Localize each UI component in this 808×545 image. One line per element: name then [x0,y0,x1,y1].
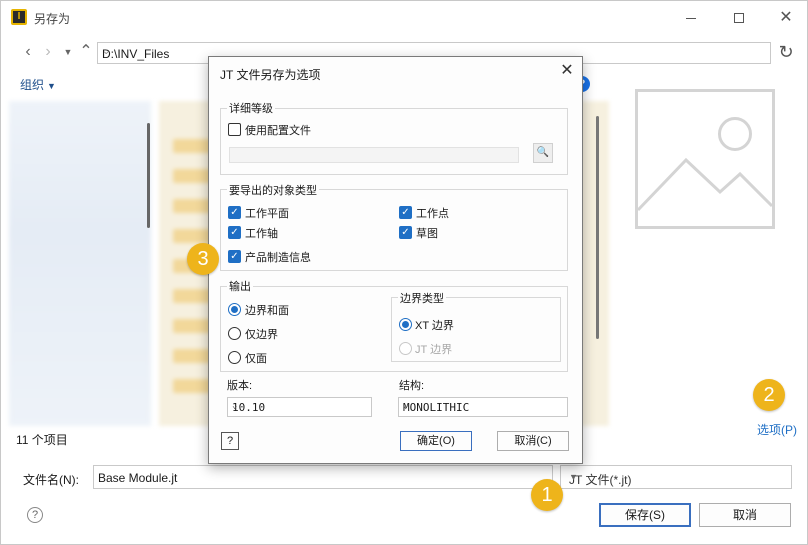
boundary-and-face-radio[interactable] [228,303,241,316]
maximize-icon [734,13,744,23]
maximize-button[interactable] [716,5,762,31]
dialog-close-icon[interactable]: ✕ [557,61,577,81]
up-arrow-icon[interactable]: ⌃ [77,41,95,63]
navigation-pane[interactable] [9,101,151,426]
close-window-button[interactable]: ✕ [763,5,808,31]
inventor-app-icon: I [11,9,27,25]
nav-pane-scrollbar[interactable] [147,123,150,228]
pmi-checkbox[interactable]: ✓ [228,250,241,263]
save-as-window: I 另存为 ✕ ‹ › ▼ ⌃ D:\INV_Files ⌄ ↻ 组织▼ ? 1… [0,0,808,545]
xt-boundary-radio[interactable] [399,318,412,331]
item-count: 11 个项目 [16,433,68,447]
structure-label: 结构: [399,380,425,392]
xt-boundary-label: XT 边界 [415,320,454,332]
work-axis-checkbox[interactable]: ✓ [228,226,241,239]
sketch-label: 草图 [416,228,438,240]
use-config-checkbox[interactable] [228,123,241,136]
options-link[interactable]: 选项(P) [757,421,797,438]
work-plane-label: 工作平面 [245,208,289,220]
structure-select[interactable]: MONOLITHIC ⌄ [398,397,568,417]
filetype-select[interactable]: JT 文件(*.jt) ▼ [560,465,792,489]
step-badge-3: 3 [187,243,219,275]
jt-options-dialog: JT 文件另存为选项 ✕ 详细等级 使用配置文件 🔍 要导出的对象类型 ✓ 工作… [208,56,583,464]
step-badge-1: 1 [531,479,563,511]
version-label: 版本: [227,380,253,392]
use-config-label: 使用配置文件 [245,125,311,137]
boundary-and-face-label: 边界和面 [245,305,289,317]
boundary-only-label: 仅边界 [245,329,278,341]
minimize-button[interactable] [668,5,714,31]
title-bar: I 另存为 ✕ [1,1,808,35]
face-only-radio[interactable] [228,351,241,364]
version-select[interactable]: 10.10 ⌄ [227,397,372,417]
sketch-checkbox[interactable]: ✓ [399,226,412,239]
detail-level-label: 详细等级 [227,100,275,116]
chevron-down-icon: ▼ [569,472,578,482]
minimize-icon [686,17,696,19]
face-only-label: 仅面 [245,353,267,365]
work-axis-label: 工作轴 [245,228,278,240]
chevron-down-icon: ⌄ [403,401,409,411]
organize-menu[interactable]: 组织 ▼ [20,76,56,93]
filename-value: Base Module.jt [98,471,178,485]
jt-boundary-radio [399,342,412,355]
output-label: 输出 [227,278,253,294]
preview-placeholder [635,89,775,229]
filename-label: 文件名(N): [23,473,79,487]
dialog-title: JT 文件另存为选项 [220,68,321,82]
window-title: 另存为 [34,12,71,26]
browse-folder-icon[interactable]: 🔍 [533,143,553,163]
back-arrow-icon[interactable]: ‹ [19,41,37,63]
filename-input[interactable]: Base Module.jt [93,465,553,489]
forward-arrow-icon[interactable]: › [39,41,57,63]
work-point-label: 工作点 [416,208,449,220]
file-list-scrollbar[interactable] [596,116,599,339]
boundary-type-label: 边界类型 [398,290,446,306]
cancel-button[interactable]: 取消 [699,503,791,527]
pmi-label: 产品制造信息 [245,252,311,264]
ok-button[interactable]: 确定(O) [400,431,472,451]
mountain-icon [638,157,772,212]
jt-boundary-label: JT 边界 [415,344,453,356]
work-point-checkbox[interactable]: ✓ [399,206,412,219]
caret-down-icon: ▼ [47,81,56,91]
organize-label: 组织 [20,78,45,92]
detail-level-group [220,108,568,175]
refresh-icon[interactable]: ↻ [776,41,796,63]
step-badge-2: 2 [753,379,785,411]
recent-locations-icon[interactable]: ▼ [59,41,77,63]
help-circle-icon[interactable]: ? [27,507,43,523]
dialog-help-icon[interactable]: ? [221,432,239,450]
dialog-cancel-button[interactable]: 取消(C) [497,431,569,451]
config-file-input[interactable] [229,147,519,163]
work-plane-checkbox[interactable]: ✓ [228,206,241,219]
save-button[interactable]: 保存(S) [599,503,691,527]
object-types-label: 要导出的对象类型 [227,182,319,198]
close-icon: ✕ [779,9,793,26]
boundary-only-radio[interactable] [228,327,241,340]
chevron-down-icon: ⌄ [232,401,238,411]
